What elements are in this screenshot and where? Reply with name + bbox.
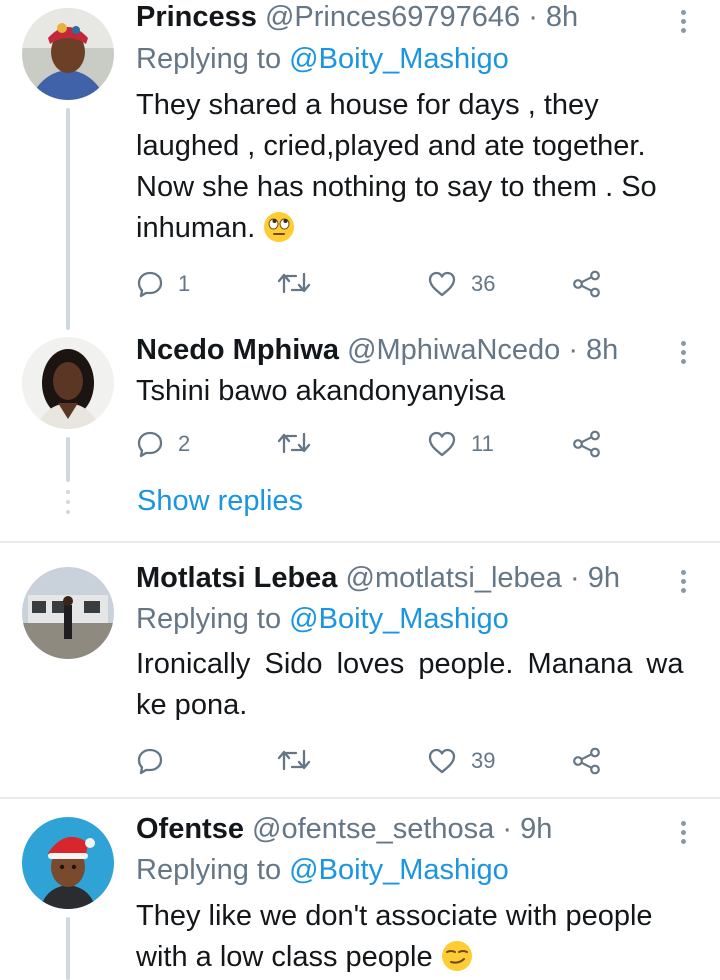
- mention-link[interactable]: @Boity_Mashigo: [289, 603, 509, 635]
- tweet-text: Tshini bawo akandonyanyisa: [136, 371, 696, 412]
- tweet-text-line: They shared a house for days , they: [136, 89, 599, 121]
- more-options-icon[interactable]: [680, 570, 686, 597]
- like-count: 39: [471, 748, 496, 773]
- tweet-text: Ironically Sido loves people. Manana wa …: [136, 644, 692, 726]
- author-name[interactable]: Princess: [136, 1, 257, 33]
- tweet-text-line: laughed , cried,played and ate together.: [136, 130, 646, 162]
- tweet-text: They shared a house for days , they laug…: [136, 85, 696, 249]
- more-options-icon[interactable]: [680, 10, 686, 37]
- author-name[interactable]: Motlatsi Lebea: [136, 562, 337, 594]
- divider: [0, 797, 720, 799]
- heart-icon: [428, 431, 456, 457]
- thread-dots: [66, 490, 70, 520]
- heart-icon: [428, 748, 456, 774]
- smirk-emoji: [441, 941, 472, 971]
- author-handle[interactable]: @ofentse_sethosa: [252, 813, 494, 845]
- replying-prefix: Replying to: [136, 43, 282, 75]
- tweet-time[interactable]: · 9h: [502, 813, 552, 845]
- tweet-text-line: with a low class people: [136, 941, 433, 973]
- replying-prefix: Replying to: [136, 854, 282, 886]
- author-handle[interactable]: @Princes69797646: [265, 1, 520, 33]
- more-options-icon[interactable]: [680, 821, 686, 848]
- tweet-header: Ofentse @ofentse_sethosa · 9h: [136, 812, 552, 846]
- like-count: 11: [471, 431, 494, 456]
- tweet-text-line: inhuman.: [136, 212, 256, 244]
- tweet-text-line: They like we don't associate with people: [136, 900, 653, 932]
- like-button[interactable]: 39: [427, 747, 495, 775]
- retweet-button[interactable]: [277, 747, 325, 773]
- replying-prefix: Replying to: [136, 603, 282, 635]
- retweet-button[interactable]: [277, 270, 325, 296]
- reply-icon: [137, 431, 163, 458]
- like-button[interactable]: 36: [427, 270, 495, 298]
- tweet-header: Motlatsi Lebea @motlatsi_lebea · 9h: [136, 561, 620, 595]
- retweet-button[interactable]: [277, 430, 325, 456]
- replying-to: Replying to @Boity_Mashigo: [136, 602, 509, 636]
- avatar-ncedo[interactable]: [22, 337, 114, 429]
- rolling-eyes-emoji: [264, 212, 295, 242]
- retweet-icon: [277, 432, 311, 454]
- reply-button[interactable]: 2: [136, 430, 190, 458]
- thread-line: [66, 917, 70, 980]
- divider: [0, 541, 720, 543]
- author-name[interactable]: Ofentse: [136, 813, 244, 845]
- more-options-icon[interactable]: [680, 341, 686, 368]
- thread-line: [66, 437, 70, 482]
- tweet-text-line: Now she has nothing to say to them . So: [136, 171, 657, 203]
- mention-link[interactable]: @Boity_Mashigo: [289, 854, 509, 886]
- share-button[interactable]: [572, 747, 602, 775]
- tweet-text-line: ke pona.: [136, 689, 248, 721]
- tweet-text-line: Ironically Sido loves people. Manana wa: [136, 648, 684, 680]
- tweet-text: They like we don't associate with people…: [136, 896, 696, 978]
- author-handle[interactable]: @motlatsi_lebea: [346, 562, 562, 594]
- show-replies-link[interactable]: Show replies: [137, 485, 303, 518]
- tweet-time[interactable]: · 8h: [568, 334, 618, 366]
- reply-button[interactable]: 1: [136, 270, 190, 298]
- replying-to: Replying to @Boity_Mashigo: [136, 853, 509, 887]
- avatar-ofentse[interactable]: [22, 817, 114, 909]
- retweet-icon: [277, 749, 311, 771]
- tweet-time[interactable]: · 9h: [570, 562, 620, 594]
- share-icon: [573, 270, 600, 298]
- avatar-princess[interactable]: [22, 8, 114, 100]
- reply-icon: [137, 271, 163, 298]
- share-icon: [573, 747, 600, 775]
- reply-count: 1: [178, 271, 191, 296]
- tweet-header: Princess @Princes69797646 · 8h: [136, 0, 578, 34]
- tweet-header: Ncedo Mphiwa @MphiwaNcedo · 8h: [136, 333, 618, 367]
- avatar-motlatsi[interactable]: [22, 567, 114, 659]
- mention-link[interactable]: @Boity_Mashigo: [289, 43, 509, 75]
- reply-button[interactable]: [136, 747, 178, 775]
- tweet-time[interactable]: · 8h: [528, 1, 578, 33]
- heart-icon: [428, 271, 456, 297]
- author-name[interactable]: Ncedo Mphiwa: [136, 334, 339, 366]
- replying-to: Replying to @Boity_Mashigo: [136, 42, 509, 76]
- author-handle[interactable]: @MphiwaNcedo: [347, 334, 560, 366]
- like-button[interactable]: 11: [427, 430, 494, 458]
- like-count: 36: [471, 271, 496, 296]
- share-icon: [573, 430, 600, 458]
- thread-line: [66, 108, 70, 330]
- retweet-icon: [277, 272, 311, 294]
- reply-count: 2: [178, 431, 191, 456]
- tweet-text-line: Tshini bawo akandonyanyisa: [136, 375, 506, 407]
- share-button[interactable]: [572, 430, 602, 458]
- reply-icon: [137, 748, 163, 775]
- share-button[interactable]: [572, 270, 602, 298]
